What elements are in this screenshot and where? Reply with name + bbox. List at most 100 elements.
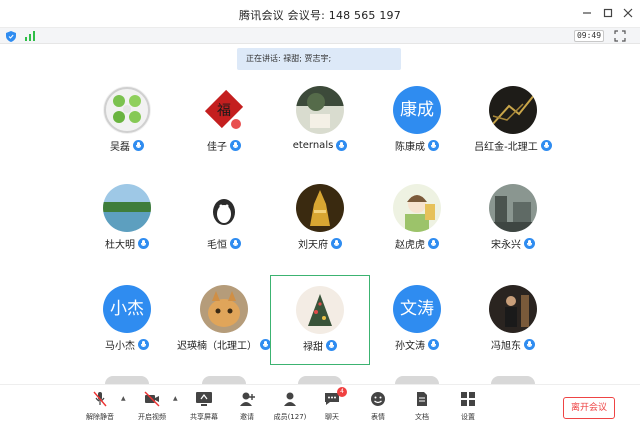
participant-name: 赵虎虎 [395,239,425,251]
members-button[interactable]: 成员(127) [270,391,310,425]
mic-icon [524,338,535,350]
mic-icon [524,237,535,249]
invite-button[interactable]: 邀请 [227,391,267,425]
security-shield-icon[interactable] [6,31,16,42]
participant-tile[interactable]: 迟瑛楠（北理工） [174,275,274,365]
start-video-button[interactable]: 开启视频 [132,391,172,425]
participant-tile[interactable]: 刘天府 [270,174,370,264]
mic-icon [230,139,241,151]
leave-meeting-button[interactable]: 离开会议 [563,397,615,419]
mic-icon [230,237,241,249]
avatar [296,86,344,134]
participant-name: 迟瑛楠（北理工） [177,340,257,352]
window-title: 腾讯会议 会议号: 148 565 197 [239,9,401,22]
participant-tile[interactable]: 福 佳子 [174,76,274,166]
mic-icon [428,139,439,151]
mic-icon [336,139,348,151]
maximize-button[interactable] [601,6,615,20]
avatar [489,184,537,232]
participant-tile[interactable]: 小杰 马小杰 [77,275,177,365]
status-bar: 09:49 [0,28,640,44]
chat-button[interactable]: 4 聊天 [312,387,352,425]
reactions-button[interactable]: 表情 [358,391,398,425]
participant-name: 毛恒 [207,239,227,251]
add-user-icon [240,392,255,406]
avatar [393,184,441,232]
network-signal-icon[interactable] [25,31,37,41]
video-off-icon [144,391,160,407]
minimize-button[interactable] [580,6,594,20]
avatar [491,376,535,384]
avatar [395,376,439,384]
mic-icon [138,338,149,350]
participant-name: 禄甜 [303,341,323,353]
close-button[interactable] [621,6,635,20]
chat-label: 聊天 [325,413,339,421]
mic-icon [331,237,342,249]
participant-tile[interactable]: 赵虎虎 [367,174,467,264]
mic-icon [133,139,144,151]
participant-tile[interactable]: 宋永兴 [463,174,563,264]
members-label: 成员(127) [273,413,307,421]
title-bar: 腾讯会议 会议号: 148 565 197 [0,0,640,28]
participant-name: 吕红金-北理工 [474,141,538,153]
participant-tile[interactable]: 吕红金-北理工 [463,76,563,166]
avatar: 康成 [393,86,441,134]
avatar [105,376,149,384]
documents-button[interactable]: 文档 [402,391,442,425]
avatar [489,285,537,333]
participant-name: 冯旭东 [491,340,521,352]
participant-tile[interactable]: 毛恒 [174,174,274,264]
avatar [103,86,151,134]
mic-speaking-icon [326,339,337,351]
participant-name: 马小杰 [105,340,135,352]
fullscreen-icon[interactable] [614,30,626,42]
participant-tile[interactable]: 文涛 孙文涛 [367,275,467,365]
share-screen-label: 共享屏幕 [190,413,218,421]
mic-icon [428,237,439,249]
members-icon [284,392,296,406]
participant-tile-active-speaker[interactable]: 禄甜 [270,275,370,365]
participant-name: eternals [292,139,334,151]
speaking-banner: 正在讲话: 禄甜; 贾志宇; [237,48,401,70]
chevron-up-icon[interactable]: ▲ [173,395,178,402]
svg-text:福: 福 [217,103,231,119]
mic-icon [540,139,552,151]
document-icon [417,392,427,406]
meeting-toolbar: 解除静音 ▲ 开启视频 ▲ 共享屏幕 邀请 成员(127) 4 聊天 表情 文档… [0,384,640,427]
participant-tile[interactable]: eternals [270,76,370,166]
participant-tile[interactable]: 康成 陈康成 [367,76,467,166]
chevron-up-icon[interactable]: ▲ [121,395,126,402]
participant-tile[interactable]: 杜大明 [77,174,177,264]
invite-label: 邀请 [240,413,254,421]
participant-name: 吴磊 [110,141,130,153]
close-icon [623,8,633,18]
avatar [296,286,344,334]
settings-label: 设置 [461,413,475,421]
avatar [296,184,344,232]
participant-name: 孙文涛 [395,340,425,352]
unread-badge: 4 [337,387,347,397]
start-video-label: 开启视频 [138,413,166,421]
share-screen-button[interactable]: 共享屏幕 [184,391,224,425]
avatar [202,376,246,384]
participant-name: 杜大明 [105,239,135,251]
settings-button[interactable]: 设置 [448,391,488,425]
unmute-label: 解除静音 [86,413,114,421]
participant-tile[interactable]: 吴磊 [77,76,177,166]
maximize-icon [603,8,613,18]
avatar [200,285,248,333]
participant-name: 陈康成 [395,141,425,153]
unmute-button[interactable]: 解除静音 [80,391,120,425]
documents-label: 文档 [415,413,429,421]
mic-icon [138,237,149,249]
emoji-icon [371,392,385,406]
reactions-label: 表情 [371,413,385,421]
participant-name: 宋永兴 [491,239,521,251]
mic-muted-icon [93,391,107,407]
mic-icon [428,338,439,350]
participant-tile[interactable]: 冯旭东 [463,275,563,365]
participant-name: 佳子 [207,141,227,153]
meeting-time: 09:49 [574,30,604,42]
grid-settings-icon [461,392,475,406]
